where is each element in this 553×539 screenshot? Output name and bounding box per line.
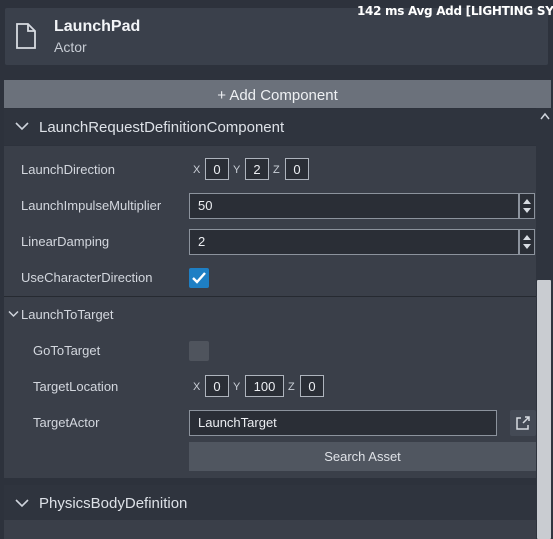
- chevron-down-icon[interactable]: [8, 310, 19, 318]
- property-label: UseCharacterDirection: [21, 270, 153, 285]
- section-title: PhysicsBodyDefinition: [39, 495, 188, 512]
- go-to-target-checkbox[interactable]: [189, 341, 209, 361]
- divider: [4, 296, 536, 297]
- linear-damping-input[interactable]: 2: [189, 229, 519, 255]
- z-axis-label: Z: [288, 381, 295, 393]
- search-asset-button[interactable]: Search Asset: [189, 442, 536, 471]
- add-component-button[interactable]: + Add Component: [4, 80, 551, 108]
- target-location-x-input[interactable]: 0: [205, 375, 229, 397]
- physics-body-panel: [4, 520, 536, 539]
- actor-type: Actor: [54, 39, 87, 55]
- y-axis-label: Y: [233, 381, 241, 393]
- property-label: LinearDamping: [21, 234, 110, 249]
- perf-overlay-text: 142 ms Avg Add [LIGHTING SYSTE: [357, 4, 553, 18]
- damping-spinner[interactable]: [519, 229, 535, 255]
- use-character-direction-checkbox[interactable]: [189, 268, 209, 288]
- property-label: LaunchDirection: [21, 162, 115, 177]
- y-axis-label: Y: [233, 164, 241, 176]
- x-axis-label: X: [193, 164, 201, 176]
- scrollbar-thumb[interactable]: [537, 280, 551, 539]
- spinner-arrows-icon: [523, 199, 531, 213]
- target-location-y-input[interactable]: 100: [245, 375, 284, 397]
- external-link-icon: [516, 416, 530, 430]
- target-actor-field[interactable]: LaunchTarget: [189, 410, 497, 436]
- section-title: LaunchRequestDefinitionComponent: [39, 119, 285, 136]
- launch-direction-x-input[interactable]: 0: [205, 158, 229, 180]
- checkmark-icon: [192, 272, 206, 284]
- open-asset-button[interactable]: [510, 410, 536, 436]
- subgroup-title[interactable]: LaunchToTarget: [21, 307, 114, 322]
- property-label: TargetLocation: [33, 379, 119, 394]
- impulse-spinner[interactable]: [519, 193, 535, 219]
- property-label: GoToTarget: [33, 343, 101, 358]
- impulse-multiplier-input[interactable]: 50: [189, 193, 519, 219]
- property-label: LaunchImpulseMultiplier: [21, 198, 162, 213]
- z-axis-label: Z: [273, 164, 280, 176]
- target-location-z-input[interactable]: 0: [300, 375, 324, 397]
- property-label: TargetActor: [33, 415, 100, 430]
- chevron-down-icon[interactable]: [15, 121, 29, 131]
- scroll-up-icon[interactable]: [538, 110, 552, 124]
- x-axis-label: X: [193, 381, 201, 393]
- chevron-down-icon[interactable]: [15, 498, 29, 508]
- launch-direction-z-input[interactable]: 0: [285, 158, 309, 180]
- document-icon: [16, 23, 36, 49]
- spinner-arrows-icon: [523, 235, 531, 249]
- actor-name: LaunchPad: [54, 18, 141, 35]
- launch-direction-y-input[interactable]: 2: [245, 158, 269, 180]
